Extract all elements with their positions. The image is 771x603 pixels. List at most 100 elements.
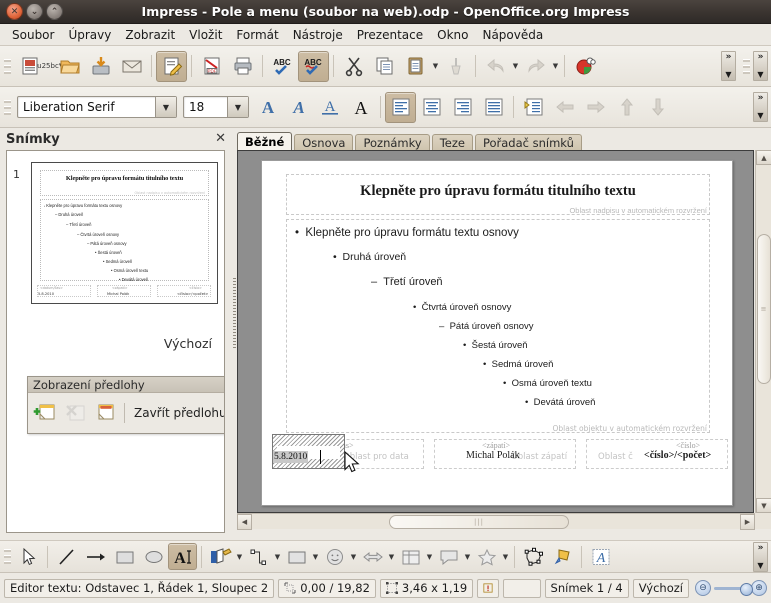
promote-left-button[interactable] [549, 92, 580, 123]
tab-teze[interactable]: Teze [431, 134, 473, 151]
status-modified-indicator[interactable] [477, 578, 500, 598]
menu-format[interactable]: Formát [229, 26, 285, 44]
callouts-button[interactable] [434, 543, 463, 570]
align-right-button[interactable] [447, 92, 478, 123]
slides-pane-body[interactable]: 1 Klepněte pro úpravu formátu titulního … [6, 150, 225, 533]
vertical-scrollbar[interactable]: ▲ ≡ ▼ [755, 150, 771, 513]
slide-edit-area[interactable]: Klepněte pro úpravu formátu titulního te… [237, 150, 754, 513]
menu-soubor[interactable]: Soubor [5, 26, 61, 44]
print-document-button[interactable] [227, 51, 258, 82]
scroll-down-button[interactable]: ▼ [756, 498, 771, 513]
minimize-window-button[interactable]: ⌄ [26, 3, 43, 20]
line-tool-button[interactable] [52, 543, 81, 570]
save-document-button[interactable] [85, 51, 116, 82]
block-arrows-dropdown[interactable]: ▼ [387, 547, 396, 567]
connector-dropdown[interactable]: ▼ [273, 547, 282, 567]
vertical-scrollbar-thumb[interactable]: ≡ [757, 234, 771, 384]
copy-button[interactable] [369, 51, 400, 82]
zoom-slider-knob[interactable] [740, 582, 753, 596]
new-document-button[interactable] [14, 51, 45, 82]
redo-button[interactable] [520, 51, 551, 82]
curve-dropdown[interactable]: ▼ [235, 547, 244, 567]
menu-okno[interactable]: Okno [430, 26, 475, 44]
align-justified-button[interactable] [478, 92, 509, 123]
stars-button[interactable] [472, 543, 501, 570]
undo-button[interactable] [480, 51, 511, 82]
rename-master-button[interactable] [91, 398, 121, 428]
date-field-value[interactable]: 5.8.2010 [273, 451, 309, 463]
block-arrows-button[interactable] [358, 543, 387, 570]
edit-canvas[interactable]: Klepněte pro úpravu formátu titulního te… [238, 151, 753, 512]
menu-upravy[interactable]: Úpravy [61, 26, 118, 44]
font-color-button[interactable]: A [345, 92, 376, 123]
ellipse-tool-button[interactable] [139, 543, 168, 570]
font-name-dropdown-icon[interactable]: ▼ [155, 97, 176, 117]
move-up-button[interactable] [611, 92, 642, 123]
stars-dropdown[interactable]: ▼ [501, 547, 510, 567]
undo-dropdown[interactable]: ▼ [511, 56, 520, 76]
menu-vlozit[interactable]: Vložit [182, 26, 229, 44]
scroll-left-button[interactable]: ◀ [237, 514, 252, 530]
curve-tool-button[interactable] [206, 543, 235, 570]
points-button[interactable] [519, 543, 548, 570]
menu-nastroje[interactable]: Nástroje [286, 26, 350, 44]
tab-osnova[interactable]: Osnova [294, 134, 354, 151]
rectangle-tool-button[interactable] [110, 543, 139, 570]
italic-button[interactable]: A [283, 92, 314, 123]
spelling-check-button[interactable]: ABC [267, 51, 298, 82]
font-size-combobox[interactable]: 18 ▼ [183, 96, 249, 118]
tab-bezne[interactable]: Běžné [237, 132, 293, 151]
bullets-numbering-button[interactable] [518, 92, 549, 123]
align-left-button[interactable] [385, 91, 416, 123]
bold-button[interactable]: A [252, 92, 283, 123]
arrow-line-tool-button[interactable] [81, 543, 110, 570]
status-signature-field[interactable] [503, 578, 541, 598]
formatting-toolbar-overflow[interactable]: » ▼ [753, 92, 768, 122]
new-master-button[interactable] [31, 398, 61, 428]
paste-dropdown[interactable]: ▼ [431, 56, 440, 76]
basic-shapes-button[interactable] [282, 543, 311, 570]
menu-prezentace[interactable]: Prezentace [350, 26, 430, 44]
formatting-toolbar-grip[interactable] [3, 94, 12, 120]
slide-surface[interactable]: Klepněte pro úpravu formátu titulního te… [261, 160, 733, 506]
select-tool-button[interactable] [14, 543, 43, 570]
zoom-out-button[interactable]: ⊖ [695, 580, 711, 596]
zoom-in-button[interactable]: ⊕ [751, 580, 767, 596]
underline-button[interactable]: A [314, 92, 345, 123]
title-placeholder[interactable]: Klepněte pro úpravu formátu titulního te… [286, 174, 710, 215]
flowchart-button[interactable] [396, 543, 425, 570]
menu-zobrazit[interactable]: Zobrazit [118, 26, 182, 44]
outline-placeholder[interactable]: • Klepněte pro úpravu formátu textu osno… [286, 219, 710, 433]
slide-thumbnail-1[interactable]: Klepněte pro úpravu formátu titulního te… [31, 162, 218, 304]
connector-tool-button[interactable] [244, 543, 273, 570]
cut-button[interactable] [338, 51, 369, 82]
callouts-dropdown[interactable]: ▼ [463, 547, 472, 567]
new-document-dropdown[interactable]: \u25bc▼ [35, 56, 64, 76]
fontwork-button[interactable]: A [586, 543, 615, 570]
font-name-combobox[interactable]: Liberation Serif ▼ [17, 96, 177, 118]
flowchart-dropdown[interactable]: ▼ [425, 547, 434, 567]
drawing-toolbar-grip[interactable] [3, 544, 12, 570]
paste-button[interactable] [400, 51, 431, 82]
autospellcheck-button[interactable]: ABC [298, 50, 329, 82]
master-view-toolbar-header[interactable]: Zobrazení předlohy ▼ [28, 377, 224, 393]
standard-toolbar-overflow-left[interactable]: » ▼ [721, 51, 736, 81]
move-down-button[interactable] [642, 92, 673, 123]
chart-button[interactable] [569, 51, 600, 82]
demote-right-button[interactable] [580, 92, 611, 123]
tab-poradac-snimku[interactable]: Pořadač snímků [474, 134, 582, 151]
align-center-button[interactable] [416, 92, 447, 123]
horizontal-scrollbar-thumb[interactable]: ||| [389, 515, 569, 529]
menu-napoveda[interactable]: Nápověda [475, 26, 550, 44]
scroll-right-button[interactable]: ▶ [740, 514, 755, 530]
horizontal-scrollbar[interactable]: ◀ ||| ▶ [237, 513, 755, 530]
slide-thumbnail-wrapper[interactable]: 1 Klepněte pro úpravu formátu titulního … [13, 162, 218, 304]
drawing-toolbar-overflow[interactable]: » ▼ [753, 541, 768, 572]
tab-poznamky[interactable]: Poznámky [355, 134, 430, 151]
maximize-window-button[interactable]: ⌃ [46, 3, 63, 20]
close-window-button[interactable]: ✕ [6, 3, 23, 20]
glue-points-button[interactable] [548, 543, 577, 570]
basic-shapes-dropdown[interactable]: ▼ [311, 547, 320, 567]
open-document-button[interactable] [54, 51, 85, 82]
symbol-shapes-dropdown[interactable]: ▼ [349, 547, 358, 567]
